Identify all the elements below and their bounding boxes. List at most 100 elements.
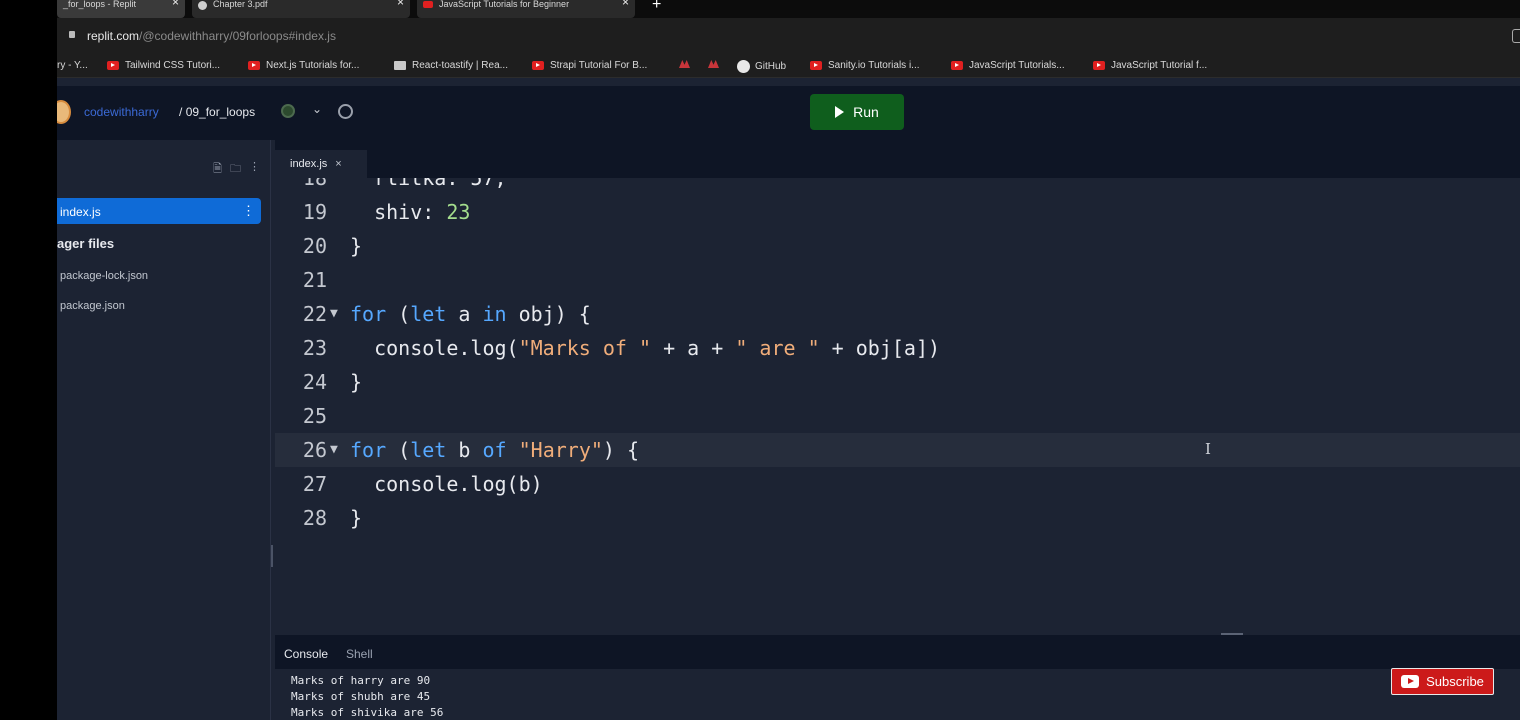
code-token: (	[386, 438, 411, 462]
more-options-icon[interactable]: ⋮	[242, 203, 255, 219]
youtube-icon	[1093, 61, 1105, 70]
run-button[interactable]: Run	[810, 94, 904, 130]
subscribe-button[interactable]: Subscribe	[1391, 668, 1494, 695]
line-number: 24	[302, 370, 327, 394]
code-line[interactable]: 19 shiv: 23	[275, 195, 1520, 229]
code-token: let	[410, 438, 447, 462]
browser-tab-pdf[interactable]: Chapter 3.pdf ×	[192, 0, 410, 18]
close-icon[interactable]: ×	[335, 158, 341, 170]
code-token: shiv:	[350, 200, 447, 224]
code-token: rtitka: 57,	[350, 178, 507, 190]
bookmark-label: GitHub	[755, 61, 787, 72]
close-icon[interactable]: ×	[172, 0, 179, 8]
browser-tab-label: Chapter 3.pdf	[213, 0, 268, 9]
bookmark-label: JavaScript Tutorial f...	[1111, 60, 1208, 71]
editor-tab-bar	[275, 140, 1520, 178]
bookmark-label: Next.js Tutorials for...	[266, 60, 360, 71]
screen: _for_loops - Replit × Chapter 3.pdf × Ja…	[57, 0, 1520, 720]
globe-icon	[198, 1, 207, 10]
code-line[interactable]: 26 ▼ for (let b of "Harry") {	[275, 433, 1520, 467]
code-line[interactable]: 28}	[275, 501, 1520, 535]
bookmark-label: Strapi Tutorial For B...	[550, 60, 648, 71]
code-text: shiv: 23	[350, 195, 470, 229]
code-line[interactable]: 18 rtitka: 57,	[275, 178, 1520, 195]
github-icon	[737, 60, 750, 73]
play-icon	[835, 106, 845, 118]
sidebar-toggle-icon[interactable]	[1512, 29, 1520, 43]
youtube-icon	[248, 61, 260, 70]
url-text[interactable]: replit.com/@codewithharry/09forloops#ind…	[87, 29, 336, 43]
code-line[interactable]: 21	[275, 263, 1520, 297]
file-item[interactable]: package.json	[60, 300, 125, 312]
youtube-icon	[810, 61, 822, 70]
youtube-icon	[1401, 675, 1420, 688]
code-line[interactable]: 20}	[275, 229, 1520, 263]
code-text: }	[350, 365, 362, 399]
code-token: console.log(	[350, 336, 519, 360]
file-item[interactable]: package-lock.json	[60, 270, 148, 282]
line-number: 21	[302, 268, 327, 292]
chevron-down-icon[interactable]: ⌄	[312, 102, 322, 116]
code-area[interactable]: 18 rtitka: 57, 19 shiv: 23 20} 21 22 ▼ for (le…	[275, 178, 1520, 630]
resize-handle[interactable]	[271, 545, 273, 567]
fold-arrow-icon[interactable]: ▼	[330, 433, 338, 467]
console-tabs: Console Shell	[275, 635, 1520, 669]
code-token: 23	[446, 200, 471, 224]
bookmark-label: Tailwind CSS Tutori...	[125, 60, 221, 71]
fold-arrow-icon[interactable]: ▼	[330, 297, 338, 331]
bookmark-item[interactable]: React-toastify | Rea...	[394, 60, 508, 71]
browser-tab-youtube[interactable]: JavaScript Tutorials for Beginner ×	[417, 0, 635, 18]
browser-tab-label: _for_loops - Replit	[63, 0, 137, 9]
tab-console[interactable]: Console	[284, 647, 328, 661]
code-text: for (let a in obj) {	[350, 297, 591, 331]
section-title: ager files	[57, 236, 115, 251]
bookmark-item[interactable]: GitHub	[737, 60, 786, 73]
code-token: "Harry"	[518, 438, 603, 462]
youtube-icon	[951, 61, 963, 70]
avatar[interactable]	[57, 100, 71, 124]
bookmark-icon-only[interactable]	[708, 60, 719, 68]
code-line[interactable]: 27 console.log(b)	[275, 467, 1520, 501]
bookmark-label: JavaScript Tutorials...	[969, 60, 1065, 71]
file-item-selected[interactable]: index.js ⋮	[57, 198, 261, 224]
bookmark-item[interactable]: Strapi Tutorial For B...	[532, 60, 647, 71]
editor-tab-label: index.js	[290, 158, 328, 170]
code-token: of	[482, 438, 507, 462]
code-line[interactable]: 25	[275, 399, 1520, 433]
bookmarks-bar: ry - Y... Tailwind CSS Tutori... Next.js…	[57, 56, 1520, 78]
new-folder-icon[interactable]: 🗀	[230, 160, 241, 179]
lock-icon	[69, 31, 75, 38]
bookmark-item[interactable]: ry - Y...	[57, 60, 88, 71]
more-options-icon[interactable]: ⋮	[249, 160, 260, 179]
tab-shell[interactable]: Shell	[346, 647, 373, 661]
code-line[interactable]: 22 ▼ for (let a in obj) {	[275, 297, 1520, 331]
code-token: "Marks of "	[518, 336, 652, 360]
close-icon[interactable]: ×	[397, 0, 404, 8]
bookmark-item[interactable]: JavaScript Tutorial f...	[1093, 60, 1207, 71]
bookmark-item[interactable]: Sanity.io Tutorials i...	[810, 60, 920, 71]
console-line: Marks of shubh are 45	[291, 690, 431, 703]
bookmark-icon-only[interactable]	[679, 60, 690, 68]
code-token: }	[350, 234, 363, 258]
close-icon[interactable]: ×	[622, 0, 629, 8]
address-bar[interactable]: replit.com/@codewithharry/09forloops#ind…	[57, 18, 1520, 56]
editor-tab-index-js[interactable]: index.js ×	[275, 150, 367, 178]
history-icon[interactable]	[338, 104, 353, 119]
new-file-icon[interactable]: 🗎	[213, 160, 222, 179]
bookmark-item[interactable]: Tailwind CSS Tutori...	[107, 60, 220, 71]
code-editor[interactable]: index.js × 18 rtitka: 57, 19 shiv: 23 20} 21…	[275, 140, 1520, 635]
browser-tab-replit[interactable]: _for_loops - Replit ×	[57, 0, 185, 18]
line-number: 27	[302, 472, 327, 496]
repl-title[interactable]: / 09_for_loops	[179, 105, 255, 119]
url-path: /@codewithharry/09forloops#index.js	[139, 29, 336, 43]
new-tab-icon[interactable]: +	[652, 0, 661, 14]
line-number: 19	[302, 200, 327, 224]
bookmark-item[interactable]: JavaScript Tutorials...	[951, 60, 1065, 71]
console-output: Marks of harry are 90 Marks of shubh are …	[291, 673, 443, 720]
public-status-icon[interactable]	[281, 104, 295, 118]
browser-tab-strip: _for_loops - Replit × Chapter 3.pdf × Ja…	[57, 0, 1520, 18]
code-line[interactable]: 23 console.log("Marks of " + a + " are "…	[275, 331, 1520, 365]
username-link[interactable]: codewithharry	[84, 105, 159, 119]
bookmark-item[interactable]: Next.js Tutorials for...	[248, 60, 359, 71]
code-line[interactable]: 24}	[275, 365, 1520, 399]
